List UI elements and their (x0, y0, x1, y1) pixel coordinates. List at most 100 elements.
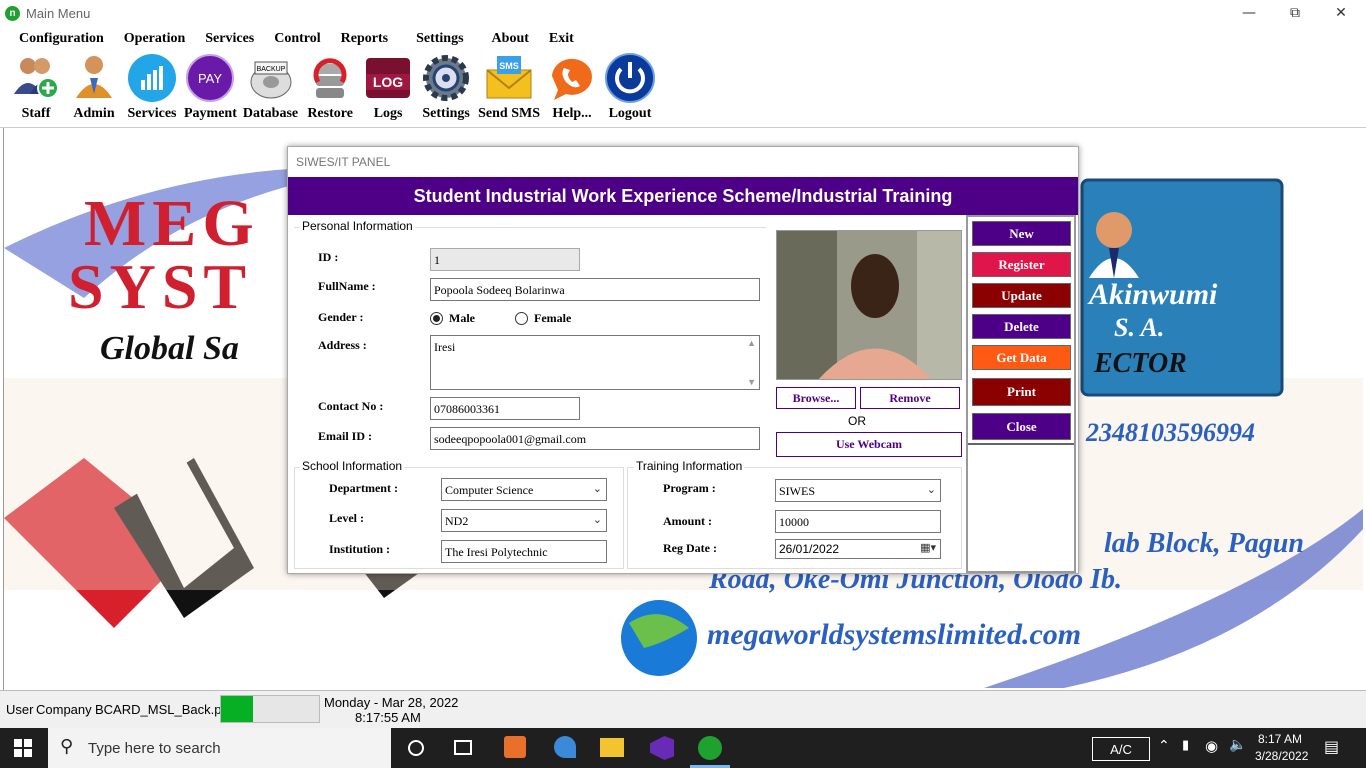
use-webcam-button[interactable]: Use Webcam (776, 432, 962, 457)
chevron-down-icon: ⌄ (592, 482, 602, 495)
menu-operation[interactable]: Operation (124, 31, 185, 47)
regdate-picker[interactable]: 26/01/2022 ▦▾ (775, 539, 941, 559)
amount-field[interactable]: 10000 (775, 510, 941, 533)
logs-button[interactable]: LOG Logs (362, 52, 414, 127)
update-button[interactable]: Update (972, 283, 1071, 308)
chevron-down-icon: ⌄ (926, 483, 936, 496)
help-button[interactable]: Help... (546, 52, 598, 127)
card-role: ECTOR (1094, 348, 1187, 379)
dolphin-app-icon[interactable] (554, 736, 576, 758)
gender-male-radio[interactable]: Male (430, 311, 475, 326)
training-info-title: Training Information (634, 459, 745, 473)
notification-icon[interactable]: ▤ (1324, 737, 1339, 756)
logout-button[interactable]: Logout (604, 52, 656, 127)
cortana-icon[interactable] (408, 740, 424, 756)
menu-services[interactable]: Services (205, 31, 254, 47)
taskbar: ⚲ Type here to search A/C ⌃ ▮ ◉ 🔈 8:17 A… (0, 728, 1366, 768)
menu-configuration[interactable]: Configuration (19, 31, 104, 47)
browse-button[interactable]: Browse... (776, 387, 856, 409)
staff-button[interactable]: Staff (10, 52, 62, 127)
address-field[interactable]: Iresi ▲ ▼ (430, 335, 760, 390)
menu-about[interactable]: About (492, 31, 529, 47)
scroll-up-icon[interactable]: ▲ (747, 338, 756, 348)
institution-field[interactable]: The Iresi Polytechnic (441, 540, 607, 563)
fullname-field[interactable]: Popoola Sodeeq Bolarinwa (430, 278, 760, 301)
menu-control[interactable]: Control (274, 31, 320, 47)
status-progress-bar (220, 695, 320, 723)
camera-app-icon[interactable] (504, 736, 526, 758)
gender-label: Gender : (318, 310, 364, 324)
card-initials: S. A. (1114, 313, 1165, 342)
minimize-button[interactable]: — (1226, 0, 1272, 26)
payment-button[interactable]: PAY Payment (184, 52, 237, 127)
taskbar-search-box[interactable]: ⚲ Type here to search (48, 728, 391, 768)
chart-bars-icon (126, 52, 178, 104)
department-label: Department : (329, 481, 398, 495)
menu-bar: Configuration Operation Services Control… (0, 28, 1366, 50)
task-view-icon[interactable] (454, 740, 472, 755)
school-info-title: School Information (300, 459, 405, 473)
tray-chevron-up-icon[interactable]: ⌃ (1158, 738, 1170, 754)
restore-button[interactable]: ⧉ (1272, 0, 1318, 26)
send-sms-button[interactable]: SMS Send SMS (478, 52, 540, 127)
ac-status[interactable]: A/C (1092, 737, 1150, 761)
pay-icon: PAY (184, 52, 236, 104)
services-button[interactable]: Services (126, 52, 178, 127)
dialog-title: SIWES/IT PANEL (296, 155, 391, 169)
print-button[interactable]: Print (972, 378, 1071, 406)
contact-label: Contact No : (318, 399, 384, 413)
get-data-button[interactable]: Get Data (972, 345, 1071, 370)
close-button[interactable]: Close (972, 413, 1071, 440)
battery-icon[interactable]: ▮ (1182, 738, 1189, 753)
clock-time[interactable]: 8:17 AM (1258, 732, 1302, 746)
new-button[interactable]: New (972, 221, 1071, 246)
close-window-button[interactable]: ✕ (1318, 0, 1364, 26)
program-select[interactable]: SIWES ⌄ (775, 479, 941, 502)
visual-studio-icon[interactable] (650, 736, 674, 760)
regdate-label: Reg Date : (663, 541, 717, 555)
restore-icon (304, 52, 356, 104)
chevron-down-icon: ⌄ (592, 513, 602, 526)
card-phone: 2348103596994 (1086, 418, 1255, 447)
email-field[interactable]: sodeeqpopoola001@gmail.com (430, 427, 760, 450)
radio-selected-icon (430, 312, 443, 325)
siwes-panel-dialog: SIWES/IT PANEL Student Industrial Work E… (287, 146, 1079, 574)
gender-female-radio[interactable]: Female (515, 311, 571, 326)
dialog-banner: Student Industrial Work Experience Schem… (288, 177, 1078, 215)
contact-field[interactable]: 07086003361 (430, 397, 580, 420)
department-select[interactable]: Computer Science ⌄ (441, 478, 607, 501)
sms-envelope-icon: SMS (483, 52, 535, 104)
staff-icon (10, 52, 62, 104)
database-button[interactable]: BACKUP Database (243, 52, 298, 127)
settings-button[interactable]: Settings (420, 52, 472, 127)
institution-label: Institution : (329, 542, 391, 556)
status-bar: User Company BCARD_MSL_Back.png Monday -… (0, 690, 1366, 728)
windows-start-icon[interactable] (14, 739, 32, 762)
power-icon (604, 52, 656, 104)
or-separator: OR (848, 414, 866, 428)
restore-button[interactable]: Restore (304, 52, 356, 127)
brand-tagline: Global Sa (100, 330, 239, 367)
delete-button[interactable]: Delete (972, 314, 1071, 339)
menu-reports[interactable]: Reports (341, 31, 388, 47)
volume-icon[interactable]: 🔈 (1229, 737, 1246, 753)
menu-exit[interactable]: Exit (549, 31, 574, 47)
gear-icon (420, 52, 472, 104)
backup-disk-icon: BACKUP (245, 52, 297, 104)
calendar-icon[interactable]: ▦▾ (920, 541, 936, 554)
search-icon: ⚲ (60, 736, 74, 757)
id-field[interactable]: 1 (430, 248, 580, 271)
search-placeholder: Type here to search (88, 740, 221, 757)
menu-settings[interactable]: Settings (416, 31, 463, 47)
active-app-icon[interactable] (698, 736, 722, 760)
admin-button[interactable]: Admin (68, 52, 120, 127)
file-explorer-icon[interactable] (600, 738, 624, 757)
register-button[interactable]: Register (972, 252, 1071, 277)
clock-date[interactable]: 3/28/2022 (1255, 749, 1308, 763)
brand-line-2: SYST (68, 251, 253, 322)
network-globe-icon[interactable]: ◉ (1205, 737, 1218, 755)
level-select[interactable]: ND2 ⌄ (441, 509, 607, 532)
scroll-down-icon[interactable]: ▼ (747, 377, 756, 387)
svg-text:SMS: SMS (499, 61, 519, 71)
remove-photo-button[interactable]: Remove (860, 387, 960, 409)
